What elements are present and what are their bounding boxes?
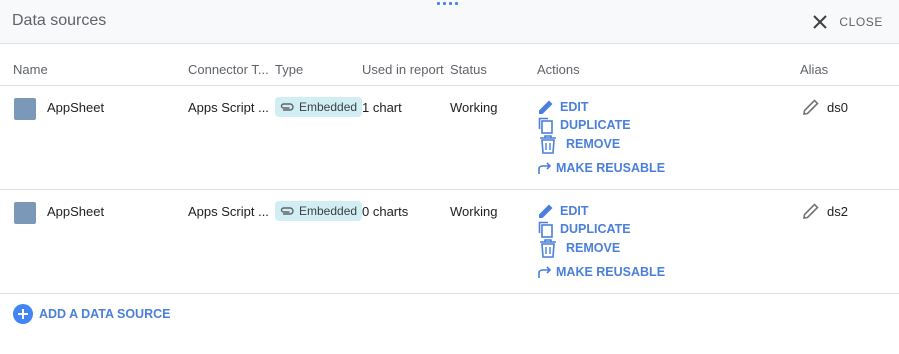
table-header: Name Connector T... Type Used in report … bbox=[0, 45, 899, 86]
column-header-type[interactable]: Type bbox=[275, 62, 303, 77]
alias-edit[interactable]: ds0 bbox=[801, 97, 848, 117]
add-data-source-button[interactable]: ADD A DATA SOURCE bbox=[13, 304, 170, 324]
used-in-report: 0 charts bbox=[362, 204, 409, 219]
duplicate-label: DUPLICATE bbox=[560, 118, 631, 132]
add-circle-icon bbox=[13, 304, 33, 324]
table-row: AppSheet Apps Script ... Embedded 1 char… bbox=[0, 86, 899, 190]
alias-edit[interactable]: ds2 bbox=[801, 201, 848, 221]
close-button[interactable]: CLOSE bbox=[811, 12, 883, 32]
duplicate-button[interactable]: DUPLICATE bbox=[537, 220, 631, 238]
pencil-icon bbox=[539, 204, 553, 218]
alias-value: ds2 bbox=[827, 203, 848, 219]
column-header-connector[interactable]: Connector T... bbox=[188, 62, 272, 77]
make-reusable-button[interactable]: MAKE REUSABLE bbox=[537, 159, 665, 177]
alias-value: ds0 bbox=[827, 99, 848, 115]
edit-label: EDIT bbox=[560, 100, 589, 114]
column-header-actions: Actions bbox=[537, 62, 580, 77]
connector-type: Apps Script ... bbox=[188, 100, 268, 115]
duplicate-label: DUPLICATE bbox=[560, 222, 631, 236]
make-reusable-label: MAKE REUSABLE bbox=[556, 265, 666, 279]
drag-handle[interactable] bbox=[437, 2, 461, 6]
panel-title: Data sources bbox=[12, 12, 107, 29]
pencil-outline-icon bbox=[803, 203, 819, 219]
close-label: CLOSE bbox=[839, 15, 883, 29]
remove-label: REMOVE bbox=[566, 241, 621, 255]
table-row: AppSheet Apps Script ... Embedded 0 char… bbox=[0, 190, 899, 294]
paperclip-icon bbox=[280, 207, 294, 215]
column-header-alias[interactable]: Alias bbox=[800, 62, 828, 77]
trash-icon bbox=[540, 239, 556, 258]
duplicate-button[interactable]: DUPLICATE bbox=[537, 116, 631, 134]
status-text: Working bbox=[450, 204, 498, 219]
type-chip-label: Embedded bbox=[299, 204, 358, 218]
make-reusable-button[interactable]: MAKE REUSABLE bbox=[537, 263, 665, 281]
used-in-report: 1 chart bbox=[362, 100, 402, 115]
column-header-name[interactable]: Name bbox=[13, 62, 48, 77]
remove-button[interactable]: REMOVE bbox=[537, 135, 621, 154]
data-source-name: AppSheet bbox=[47, 100, 105, 115]
column-header-used[interactable]: Used in report bbox=[362, 62, 444, 77]
copy-icon bbox=[538, 117, 553, 134]
edit-button[interactable]: EDIT bbox=[537, 98, 588, 116]
status-text: Working bbox=[450, 100, 498, 115]
type-chip-label: Embedded bbox=[299, 100, 358, 114]
remove-button[interactable]: REMOVE bbox=[537, 239, 621, 258]
data-source-icon bbox=[14, 202, 36, 224]
pencil-icon bbox=[539, 100, 553, 114]
add-data-source-label: ADD A DATA SOURCE bbox=[39, 307, 171, 321]
copy-icon bbox=[538, 221, 553, 238]
edit-button[interactable]: EDIT bbox=[537, 202, 588, 220]
paperclip-icon bbox=[280, 103, 294, 111]
type-chip: Embedded bbox=[275, 201, 363, 221]
column-header-status[interactable]: Status bbox=[450, 62, 487, 77]
share-arrow-icon bbox=[538, 162, 552, 174]
data-source-icon bbox=[14, 98, 36, 120]
close-icon bbox=[813, 15, 828, 29]
data-source-name: AppSheet bbox=[47, 204, 105, 219]
pencil-outline-icon bbox=[803, 99, 819, 115]
share-arrow-icon bbox=[538, 266, 552, 278]
type-chip: Embedded bbox=[275, 97, 363, 117]
make-reusable-label: MAKE REUSABLE bbox=[556, 161, 666, 175]
edit-label: EDIT bbox=[560, 204, 589, 218]
panel-header: Data sources CLOSE bbox=[0, 0, 899, 44]
remove-label: REMOVE bbox=[566, 137, 621, 151]
trash-icon bbox=[540, 135, 556, 154]
connector-type: Apps Script ... bbox=[188, 204, 268, 219]
